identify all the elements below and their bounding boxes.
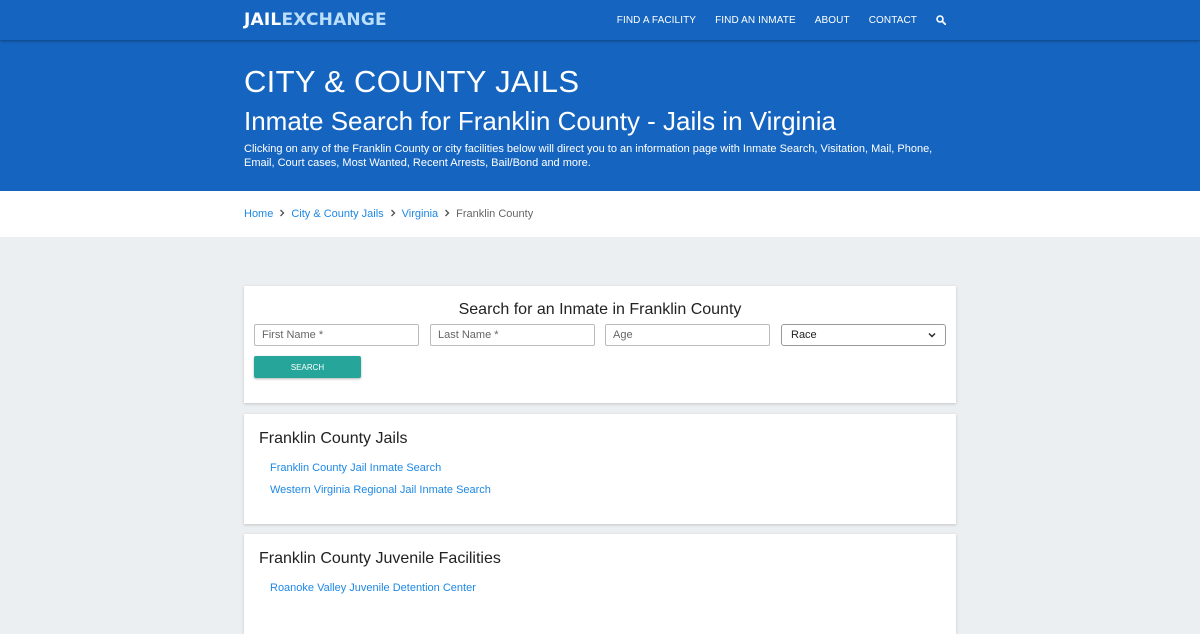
- nav-links: FIND A FACILITY FIND AN INMATE ABOUT CON…: [598, 0, 946, 40]
- juvenile-facilities-card: Franklin County Juvenile Facilities Roan…: [244, 534, 956, 634]
- county-jails-card: Franklin County Jails Franklin County Ja…: [244, 414, 956, 524]
- juvenile-facilities-title: Franklin County Juvenile Facilities: [259, 550, 501, 567]
- search-icon[interactable]: [936, 15, 946, 25]
- site-logo[interactable]: JAILEXCHANGE: [244, 10, 387, 30]
- page-subtitle: Inmate Search for Franklin County - Jail…: [244, 106, 836, 136]
- breadcrumb-bar: Home City & County Jails Virginia Frankl…: [0, 191, 1200, 237]
- nav-contact[interactable]: CONTACT: [869, 15, 917, 26]
- nav-find-inmate[interactable]: FIND AN INMATE: [715, 15, 796, 26]
- race-select-value: Race: [791, 329, 817, 341]
- chevron-down-icon: [928, 329, 936, 341]
- last-name-input[interactable]: [430, 324, 595, 346]
- breadcrumb-home[interactable]: Home: [244, 208, 273, 220]
- breadcrumb-virginia[interactable]: Virginia: [402, 208, 439, 220]
- chevron-right-icon: [390, 209, 396, 220]
- logo-part-exchange: EXCHANGE: [281, 10, 387, 30]
- county-jails-title: Franklin County Jails: [259, 430, 408, 447]
- race-select[interactable]: Race: [781, 324, 946, 346]
- inmate-search-card: Search for an Inmate in Franklin County …: [244, 286, 956, 403]
- hero-banner: CITY & COUNTY JAILS Inmate Search for Fr…: [0, 40, 1200, 191]
- page-description: Clicking on any of the Franklin County o…: [244, 143, 933, 169]
- breadcrumb-current: Franklin County: [456, 208, 534, 220]
- facility-link-franklin-county-jail[interactable]: Franklin County Jail Inmate Search: [270, 462, 441, 474]
- chevron-right-icon: [279, 209, 285, 220]
- chevron-right-icon: [444, 209, 450, 220]
- search-button[interactable]: SEARCH: [254, 356, 361, 378]
- breadcrumb: Home City & County Jails Virginia Frankl…: [244, 208, 533, 220]
- facility-link-western-virginia-regional-jail[interactable]: Western Virginia Regional Jail Inmate Se…: [270, 484, 491, 496]
- search-heading: Search for an Inmate in Franklin County: [458, 301, 742, 318]
- nav-find-facility[interactable]: FIND A FACILITY: [617, 15, 696, 26]
- facility-link-roanoke-valley-juvenile[interactable]: Roanoke Valley Juvenile Detention Center: [270, 582, 476, 594]
- age-input[interactable]: [605, 324, 770, 346]
- nav-about[interactable]: ABOUT: [815, 15, 850, 26]
- breadcrumb-city-county-jails[interactable]: City & County Jails: [291, 208, 383, 220]
- first-name-input[interactable]: [254, 324, 419, 346]
- page-title: CITY & COUNTY JAILS: [244, 64, 580, 99]
- logo-part-jail: JAIL: [244, 10, 282, 30]
- top-navbar: JAILEXCHANGE FIND A FACILITY FIND AN INM…: [0, 0, 1200, 40]
